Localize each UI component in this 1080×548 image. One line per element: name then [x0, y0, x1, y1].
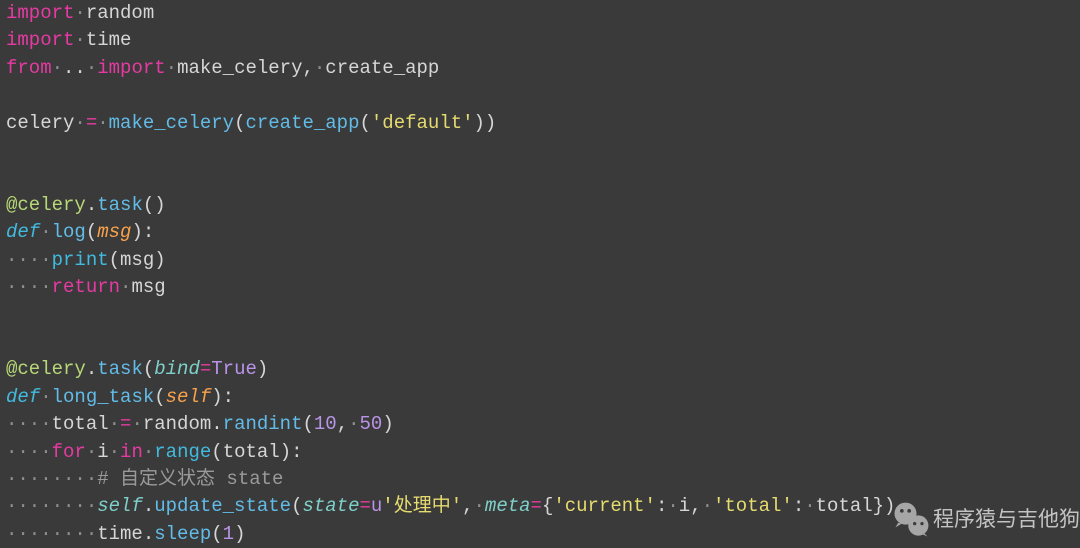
module-time: time — [86, 29, 132, 51]
keyword-import: import — [6, 29, 74, 51]
var-celery: celery — [6, 112, 74, 134]
decorator-task: task — [97, 194, 143, 216]
decorator-at: @ — [6, 358, 17, 380]
call-print: print — [52, 249, 109, 271]
call-make-celery: make_celery — [109, 112, 234, 134]
keyword-return: return — [52, 276, 120, 298]
name-create-app: create_app — [325, 57, 439, 79]
name-make-celery: make_celery — [177, 57, 302, 79]
val-i: i — [679, 495, 690, 517]
ret-msg: msg — [131, 276, 165, 298]
decorator-celery: celery — [17, 358, 85, 380]
call-range: range — [154, 441, 211, 463]
kwarg-bind: bind — [154, 358, 200, 380]
param-self: self — [166, 386, 212, 408]
param-msg: msg — [97, 221, 131, 243]
code-block: import·random import·time from·..·import… — [0, 0, 1080, 548]
keyword-def: def — [6, 221, 40, 243]
kwarg-state: state — [302, 495, 359, 517]
str-processing: '处理中' — [382, 495, 462, 517]
module-random: random — [86, 2, 154, 24]
keyword-for: for — [52, 441, 86, 463]
arg-msg: msg — [120, 249, 154, 271]
call-randint: randint — [223, 413, 303, 435]
call-sleep: sleep — [154, 523, 211, 545]
num-1: 1 — [223, 523, 234, 545]
literal-true: True — [211, 358, 257, 380]
str-default: 'default' — [371, 112, 474, 134]
prefix-u: u — [371, 495, 382, 517]
var-total: total — [52, 413, 109, 435]
call-update-state: update_state — [154, 495, 291, 517]
comment-line: # 自定义状态 state — [97, 468, 283, 490]
num-50: 50 — [360, 413, 383, 435]
module-time: time — [97, 523, 143, 545]
kwarg-meta: meta — [485, 495, 531, 517]
func-log: log — [52, 221, 86, 243]
num-10: 10 — [314, 413, 337, 435]
decorator-celery: celery — [17, 194, 85, 216]
keyword-in: in — [120, 441, 143, 463]
val-total: total — [816, 495, 873, 517]
key-current: 'current' — [553, 495, 656, 517]
keyword-import: import — [6, 2, 74, 24]
func-long-task: long_task — [52, 386, 155, 408]
keyword-def: def — [6, 386, 40, 408]
decorator-task: task — [97, 358, 143, 380]
call-create-app: create_app — [245, 112, 359, 134]
var-i: i — [97, 441, 108, 463]
relative-dots: .. — [63, 57, 86, 79]
decorator-at: @ — [6, 194, 17, 216]
module-random: random — [143, 413, 211, 435]
var-self: self — [97, 495, 143, 517]
keyword-import: import — [97, 57, 165, 79]
key-total: 'total' — [713, 495, 793, 517]
arg-total: total — [223, 441, 280, 463]
keyword-from: from — [6, 57, 52, 79]
op-assign: = — [86, 112, 97, 134]
